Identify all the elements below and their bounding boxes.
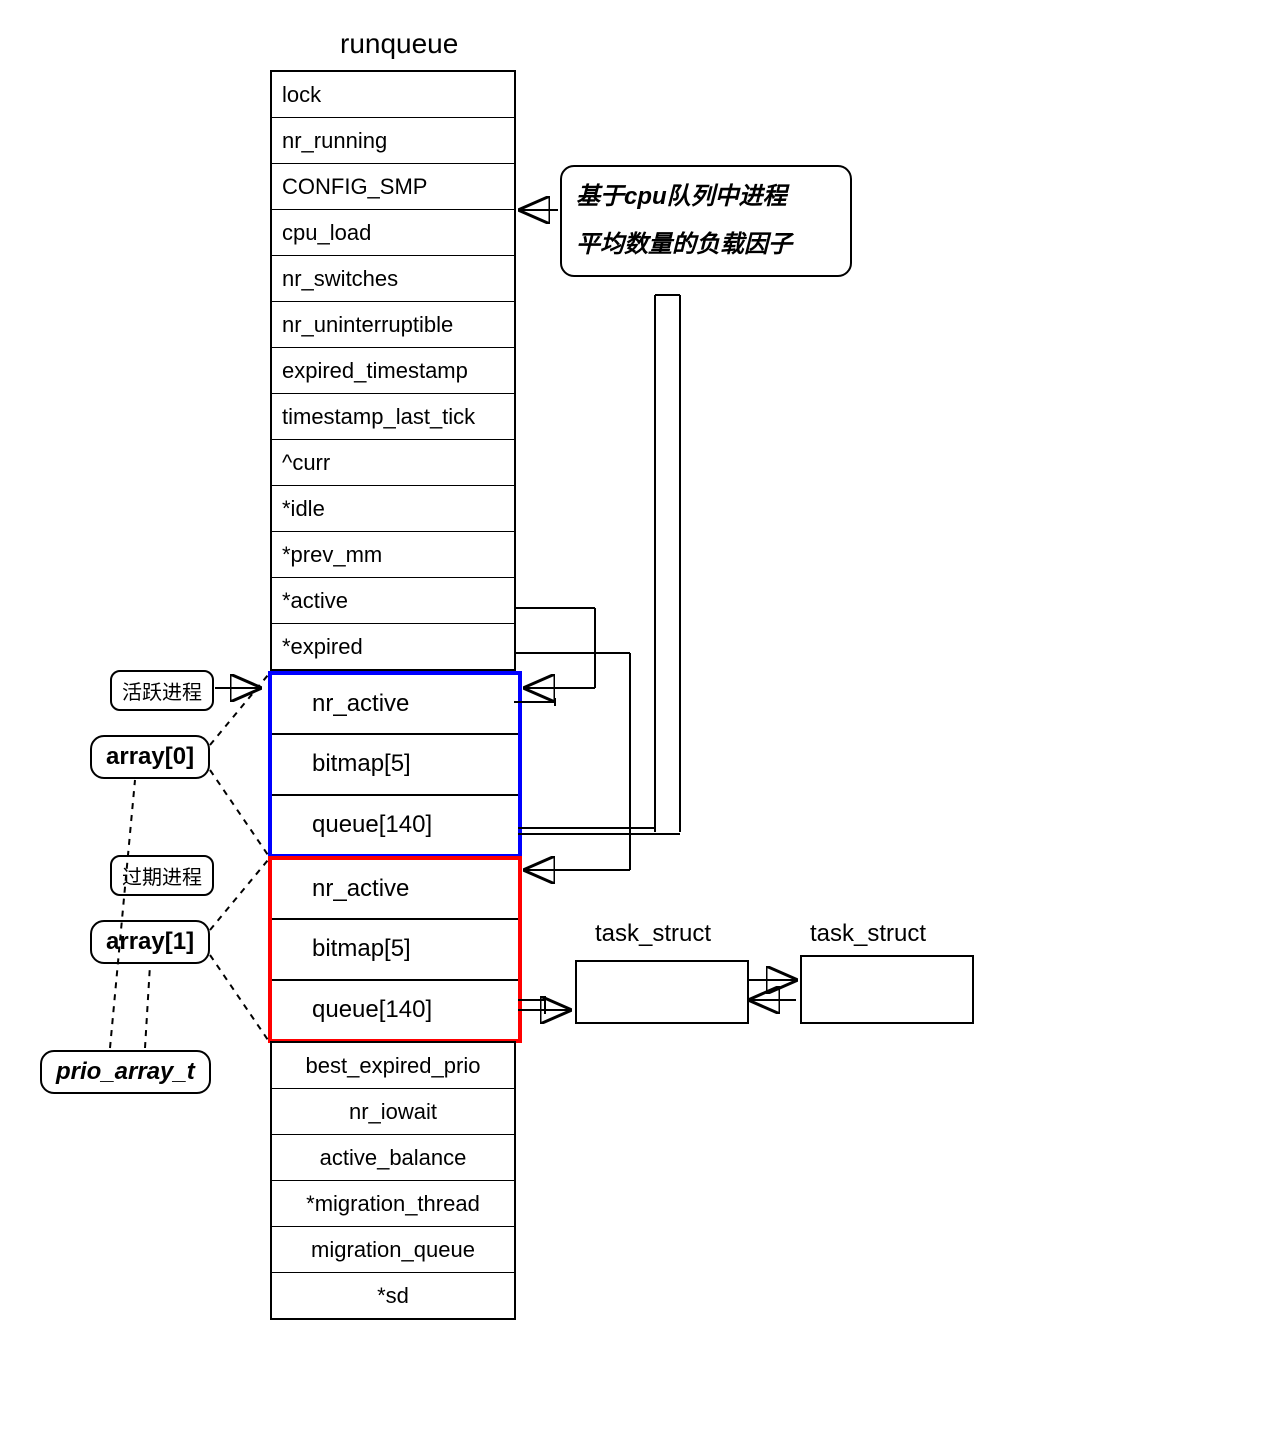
field-lock: lock	[272, 72, 514, 118]
array0-queue: queue[140]	[272, 796, 518, 854]
array1-bitmap: bitmap[5]	[272, 920, 518, 980]
cpu-load-annotation: 基于cpu队列中进程 平均数量的负载因子	[560, 165, 852, 277]
prio-array-label: prio_array_t	[40, 1050, 211, 1094]
field-timestamp-last-tick: timestamp_last_tick	[272, 394, 514, 440]
array1-label: array[1]	[90, 920, 210, 964]
field-idle: *idle	[272, 486, 514, 532]
cpu-load-note-line2: 平均数量的负载因子	[576, 231, 792, 258]
array1-nr-active: nr_active	[272, 860, 518, 920]
cpu-load-note-line1: 基于cpu队列中进程	[576, 183, 787, 210]
field-best-expired-prio: best_expired_prio	[272, 1043, 514, 1089]
field-active: *active	[272, 578, 514, 624]
runqueue-struct-bottom: best_expired_prio nr_iowait active_balan…	[270, 1041, 516, 1320]
field-curr: ^curr	[272, 440, 514, 486]
task-struct-label-1: task_struct	[595, 920, 711, 948]
runqueue-struct-top: lock nr_running CONFIG_SMP cpu_load nr_s…	[270, 70, 516, 671]
field-expired-timestamp: expired_timestamp	[272, 348, 514, 394]
array0-box: nr_active bitmap[5] queue[140]	[268, 671, 522, 858]
array1-queue: queue[140]	[272, 981, 518, 1039]
field-config-smp: CONFIG_SMP	[272, 164, 514, 210]
field-nr-uninterruptible: nr_uninterruptible	[272, 302, 514, 348]
field-sd: *sd	[272, 1273, 514, 1318]
field-cpu-load: cpu_load	[272, 210, 514, 256]
task-struct-box-2	[800, 955, 974, 1024]
field-nr-running: nr_running	[272, 118, 514, 164]
field-prev-mm: *prev_mm	[272, 532, 514, 578]
task-struct-box-1	[575, 960, 749, 1024]
diagram-title: runqueue	[340, 28, 458, 60]
field-migration-queue: migration_queue	[272, 1227, 514, 1273]
field-expired: *expired	[272, 624, 514, 669]
field-migration-thread: *migration_thread	[272, 1181, 514, 1227]
expired-process-label: 过期进程	[110, 855, 214, 896]
task-struct-label-2: task_struct	[810, 920, 926, 948]
array0-bitmap: bitmap[5]	[272, 735, 518, 795]
array0-label: array[0]	[90, 735, 210, 779]
field-nr-switches: nr_switches	[272, 256, 514, 302]
array0-nr-active: nr_active	[272, 675, 518, 735]
array1-box: nr_active bitmap[5] queue[140]	[268, 856, 522, 1043]
active-process-label: 活跃进程	[110, 670, 214, 711]
field-active-balance: active_balance	[272, 1135, 514, 1181]
field-nr-iowait: nr_iowait	[272, 1089, 514, 1135]
